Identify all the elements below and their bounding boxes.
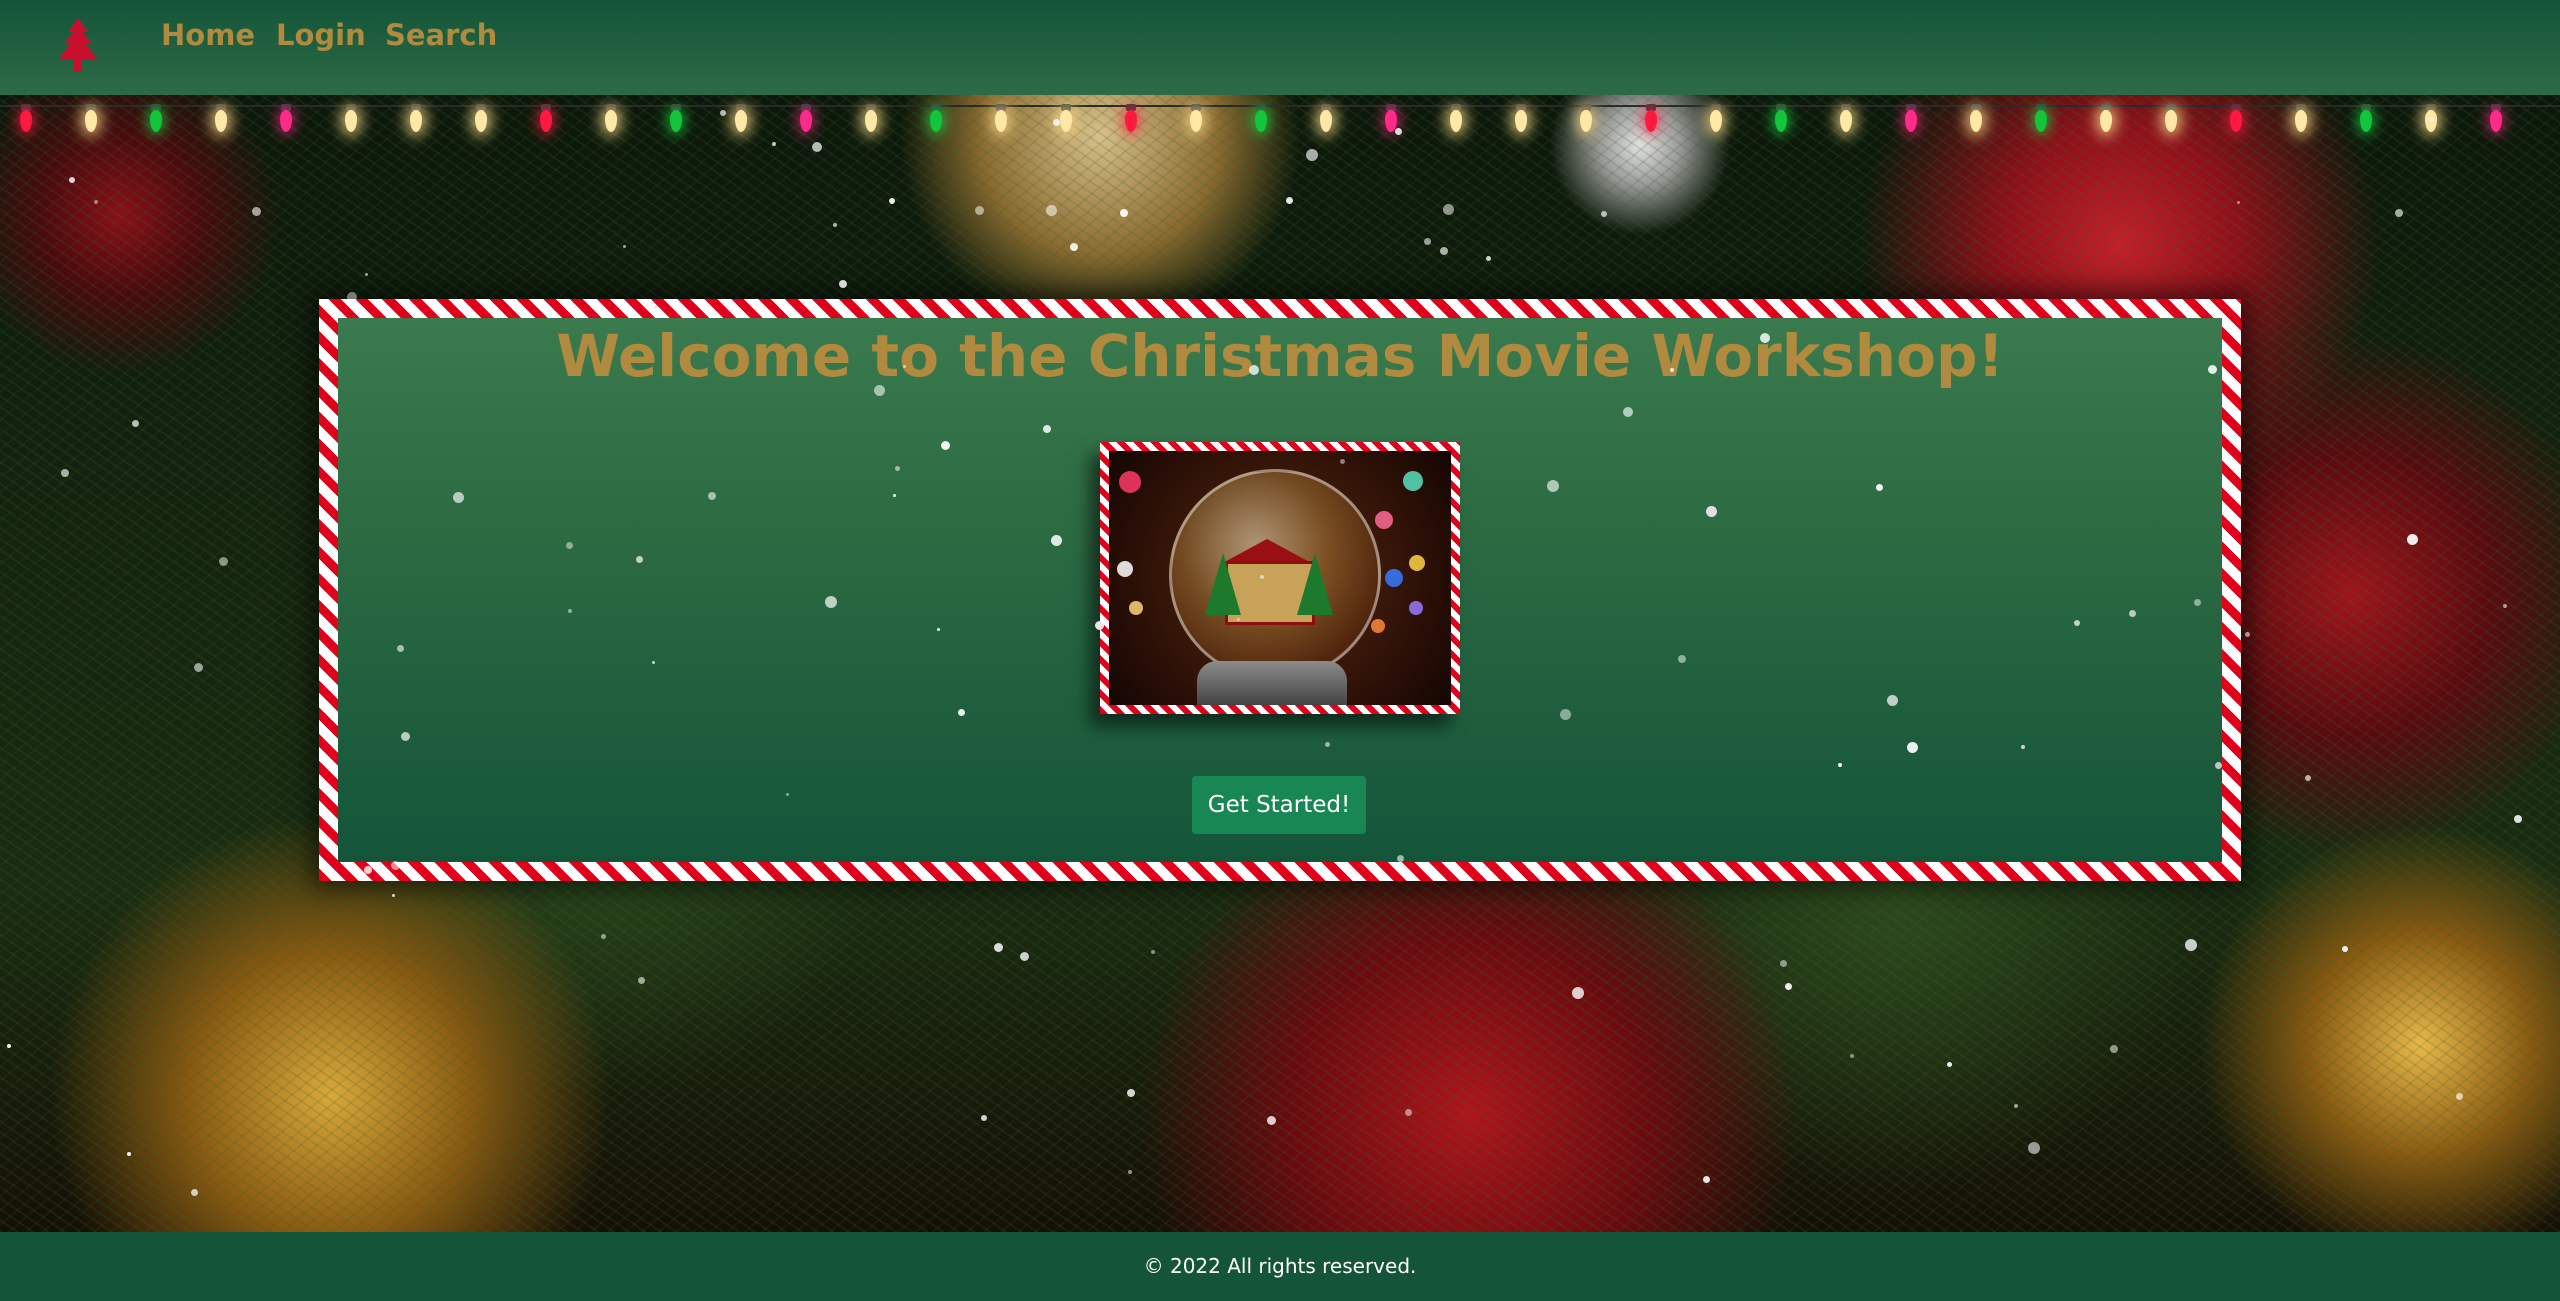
snow-globe-image-frame xyxy=(1100,442,1460,714)
light-bulb xyxy=(2360,104,2372,136)
light-bulb xyxy=(1580,104,1592,136)
light-bulb xyxy=(605,104,617,136)
light-bulb xyxy=(1710,104,1722,136)
light-bulb xyxy=(865,104,877,136)
light-bulb xyxy=(670,104,682,136)
string-lights xyxy=(0,104,2560,148)
light-bulb xyxy=(150,104,162,136)
light-bulb xyxy=(1125,104,1137,136)
light-bulb xyxy=(1385,104,1397,136)
snow-globe-image xyxy=(1109,451,1451,705)
navbar: Home Login Search xyxy=(0,0,2560,95)
light-bulb xyxy=(1515,104,1527,136)
light-bulb xyxy=(20,104,32,136)
welcome-panel: Welcome to the Christmas Movie Workshop! xyxy=(319,299,2241,881)
page-title: Welcome to the Christmas Movie Workshop! xyxy=(556,322,2004,390)
light-bulb xyxy=(215,104,227,136)
nav-link-login[interactable]: Login xyxy=(276,18,366,52)
light-bulb xyxy=(2035,104,2047,136)
light-bulb xyxy=(2295,104,2307,136)
light-bulb xyxy=(1255,104,1267,136)
light-bulb xyxy=(2165,104,2177,136)
light-bulb xyxy=(1905,104,1917,136)
light-bulb xyxy=(2425,104,2437,136)
light-bulb xyxy=(1060,104,1072,136)
footer: © 2022 All rights reserved. xyxy=(0,1232,2560,1301)
light-bulb xyxy=(1970,104,1982,136)
light-bulb xyxy=(345,104,357,136)
nav-link-home[interactable]: Home xyxy=(161,18,255,52)
nav-link-search[interactable]: Search xyxy=(385,18,497,52)
light-bulb xyxy=(2230,104,2242,136)
light-bulb xyxy=(930,104,942,136)
light-bulb xyxy=(1645,104,1657,136)
light-bulb xyxy=(2100,104,2112,136)
light-bulb xyxy=(995,104,1007,136)
light-bulb xyxy=(800,104,812,136)
christmas-tree-icon[interactable] xyxy=(56,16,100,74)
light-bulb xyxy=(1840,104,1852,136)
light-bulb xyxy=(410,104,422,136)
light-bulb xyxy=(475,104,487,136)
get-started-button[interactable]: Get Started! xyxy=(1192,776,1366,834)
light-bulb xyxy=(85,104,97,136)
light-bulb xyxy=(540,104,552,136)
light-bulb xyxy=(1775,104,1787,136)
light-bulb xyxy=(1450,104,1462,136)
footer-copyright: © 2022 All rights reserved. xyxy=(1143,1254,1417,1278)
light-bulb xyxy=(2490,104,2502,136)
light-bulb xyxy=(1320,104,1332,136)
light-bulb xyxy=(280,104,292,136)
welcome-panel-inner: Welcome to the Christmas Movie Workshop! xyxy=(338,318,2222,862)
light-bulb xyxy=(735,104,747,136)
light-bulb xyxy=(1190,104,1202,136)
